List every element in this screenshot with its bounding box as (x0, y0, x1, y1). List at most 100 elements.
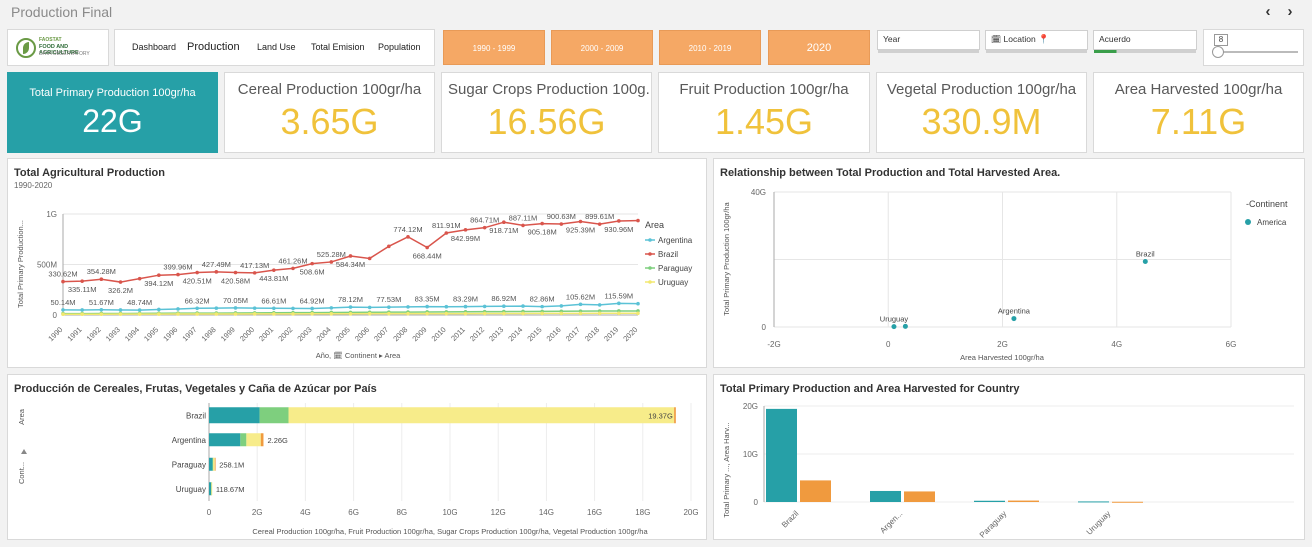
data-point-argentina (597, 303, 602, 307)
period-2000-2009-button[interactable]: 2000 - 2009 (551, 30, 653, 65)
location-filter[interactable]: 🗓 Location 📍 (985, 30, 1088, 53)
x-tick-label: 2006 (353, 325, 371, 343)
data-label: 115.59M (605, 291, 634, 300)
bar-segment (259, 407, 289, 424)
bar-segment (246, 433, 261, 447)
bar (766, 408, 797, 502)
data-point-uruguay (348, 311, 353, 316)
data-point-brazil (636, 218, 640, 223)
kpi-value: 330.9M (921, 101, 1042, 142)
y-axis-title: Total Primary ..., Area Harv... (722, 422, 731, 517)
x-tick-label: 1993 (104, 325, 122, 343)
nav-population[interactable]: Population (378, 42, 421, 52)
line-chart-panel[interactable]: Total Agricultural Production 1990-2020 … (7, 158, 707, 368)
bar (870, 490, 901, 502)
x-tick-label: 2011 (449, 325, 467, 343)
data-point-argentina (367, 305, 372, 310)
nav-land-use[interactable]: Land Use (257, 42, 296, 52)
data-label: 420.51M (183, 277, 212, 286)
hbar-chart-panel[interactable]: Producción de Cereales, Frutas, Vegetale… (7, 374, 707, 540)
data-point-uruguay (61, 312, 65, 316)
data-label: 105.62M (566, 292, 595, 301)
data-point-argentina (176, 307, 180, 311)
data-label: 394.12M (144, 279, 173, 288)
legend-swatch-dot (648, 266, 652, 270)
data-point-uruguay (444, 311, 449, 316)
data-point-brazil (444, 231, 449, 235)
nav-production[interactable]: Production (187, 41, 240, 53)
data-point-brazil (61, 279, 65, 284)
category-label: Paraguay (172, 460, 206, 469)
data-label: 461.26M (278, 256, 307, 265)
data-label: 86.92M (491, 294, 516, 303)
next-sheet-button[interactable]: › (1281, 3, 1299, 21)
scatter-chart-svg[interactable]: -2G 0 2G 4G 6G040GUruguayArgentinaBrazilArea… (714, 159, 1306, 369)
data-label: 584.34M (336, 260, 365, 269)
vbar-chart-panel[interactable]: Total Primary Production and Area Harves… (713, 374, 1305, 540)
leaf-logo-icon (16, 38, 36, 58)
x-tick-label: 6G (348, 508, 359, 517)
data-label: 887.11M (509, 213, 538, 222)
legend-item: Brazil (658, 250, 678, 259)
kpi-sugar-crops-production[interactable]: Sugar Crops Production 100g... 16.56G (441, 72, 652, 153)
data-point-brazil (80, 279, 84, 283)
data-point-uruguay (617, 311, 621, 316)
data-point-uruguay (387, 311, 391, 316)
data-label: 335.11M (68, 285, 97, 294)
period-2010-2019-button[interactable]: 2010 - 2019 (659, 30, 761, 65)
slider-value[interactable]: 8 (1214, 34, 1228, 46)
legend-title: -Continent (1246, 199, 1288, 209)
data-point-argentina (118, 308, 123, 312)
slider-handle[interactable] (1212, 46, 1224, 58)
data-point-argentina (425, 304, 429, 309)
data-point-brazil (597, 222, 602, 226)
x-tick-label: 2010 (430, 325, 448, 343)
period-2020-button[interactable]: 2020 (768, 30, 870, 65)
bar-segment (209, 433, 241, 447)
y-axis-title: Area (17, 408, 26, 425)
kpi-total-primary-production[interactable]: Total Primary Production 100gr/ha 22G (7, 72, 218, 153)
data-label: 905.18M (528, 228, 557, 237)
period-1990-1999-button[interactable]: 1990 - 1999 (443, 30, 545, 65)
kpi-cereal-production[interactable]: Cereal Production 100gr/ha 3.65G (224, 72, 435, 153)
hbar-chart-svg[interactable]: 0 2G 4G 6G 8G 10G 12G 14G 16G 18G 20G Brazil 19.37G A… (8, 375, 708, 541)
data-point-brazil (348, 254, 353, 258)
legend-title: Area (645, 220, 664, 230)
year-filter[interactable]: Year (877, 30, 980, 53)
kpi-value: 16.56G (487, 101, 606, 142)
kpi-area-harvested[interactable]: Area Harvested 100gr/ha 7.11G (1093, 72, 1304, 153)
x-tick-label: 2013 (487, 325, 505, 343)
data-label: 668.44M (413, 251, 442, 260)
x-tick-label: 0 (207, 508, 212, 517)
vbar-chart-svg[interactable]: 010G20GBrazil Argen... Paraguay UruguayTota… (714, 375, 1306, 541)
nav-dashboard[interactable]: Dashboard (132, 42, 176, 52)
data-point-uruguay (636, 311, 640, 316)
acuerdo-filter[interactable]: Acuerdo (1093, 30, 1197, 53)
line-chart-svg[interactable]: 0500M1G1990 1991 1992 1993 1994 1995 1996 1997 1… (8, 159, 708, 369)
x-tick-label: 10G (442, 508, 457, 517)
bar-segment (674, 407, 676, 424)
data-point-uruguay (157, 312, 161, 316)
x-axis-title: Cereal Production 100gr/ha, Fruit Produc… (252, 527, 648, 536)
scatter-chart-panel[interactable]: Relationship between Total Production an… (713, 158, 1305, 368)
nav-total-emision[interactable]: Total Emision (311, 42, 365, 52)
location-filter-label: Location (1003, 34, 1036, 44)
data-point-brazil (233, 270, 238, 275)
legend-swatch-dot (648, 252, 652, 256)
data-point-argentina (252, 306, 257, 310)
data-point-uruguay (329, 311, 334, 316)
x-tick-label: 1990 (46, 325, 64, 343)
kpi-vegetal-production[interactable]: Vegetal Production 100gr/ha 330.9M (876, 72, 1087, 153)
data-label: 50.14M (50, 298, 75, 307)
x-tick-label: 2015 (525, 325, 543, 343)
data-label: 77.53M (376, 295, 401, 304)
x-tick-label: 8G (396, 508, 407, 517)
data-point-uruguay (521, 311, 525, 316)
x-axis-title: Año, 🗓 Continent ▸ Area (316, 351, 401, 360)
kpi-fruit-production[interactable]: Fruit Production 100gr/ha 1.45G (658, 72, 870, 153)
total-label: 19.37G (648, 411, 673, 420)
y-axis-title-2: Cont... (17, 462, 26, 484)
prev-sheet-button[interactable]: ‹ (1259, 3, 1277, 21)
data-point-argentina (61, 308, 65, 312)
data-label: 417.13M (240, 261, 269, 270)
